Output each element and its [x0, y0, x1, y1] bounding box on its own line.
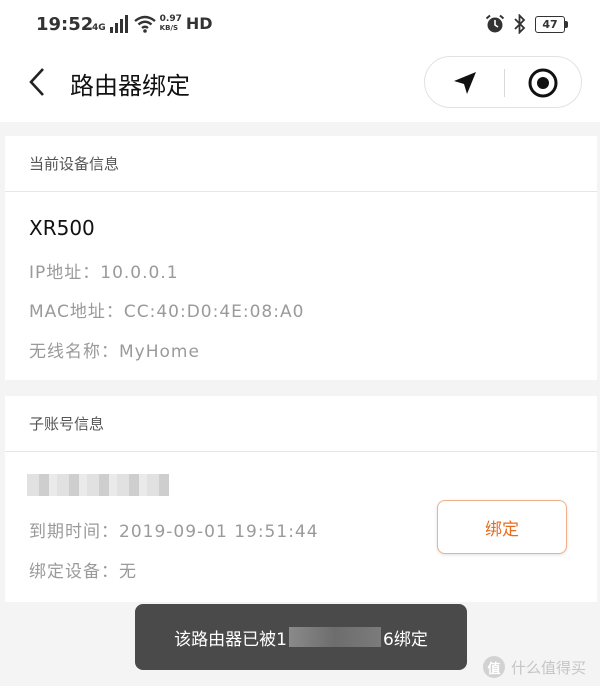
target-icon [528, 68, 558, 98]
mac-address: MAC地址：CC:40:D0:4E:08:A0 [29, 302, 305, 322]
bind-button[interactable]: 绑定 [437, 500, 567, 554]
hd-indicator: HD [185, 14, 213, 33]
status-time: 19:52 [36, 14, 94, 35]
status-bar: 19:52 4G 0.97 KB/S HD 47 [0, 0, 600, 52]
toast-prefix: 该路由器已被1 [174, 629, 287, 650]
wifi-icon [133, 15, 156, 33]
back-button[interactable] [22, 66, 54, 98]
ip-address: IP地址：10.0.0.1 [29, 263, 179, 283]
toast-message: 该路由器已被1 6绑定 [135, 604, 467, 670]
signal-icon [109, 15, 128, 33]
location-button[interactable] [447, 65, 483, 101]
device-model: XR500 [29, 216, 95, 240]
nav-bar: 路由器绑定 [0, 52, 600, 122]
chevron-left-icon [29, 68, 44, 96]
bluetooth-icon [514, 14, 526, 34]
close-mini-program-button[interactable] [525, 65, 561, 101]
toast-suffix: 6绑定 [383, 629, 428, 650]
expire-time: 到期时间：2019-09-01 19:51:44 [29, 522, 319, 542]
watermark-logo-icon: 值 [482, 656, 505, 678]
status-right-group: 47 [485, 14, 568, 34]
sub-account-card: 子账号信息 到期时间：2019-09-01 19:51:44 绑定设备：无 绑定 [5, 396, 597, 602]
page-title: 路由器绑定 [70, 72, 190, 100]
alarm-icon [485, 14, 505, 33]
capsule-divider [504, 69, 505, 97]
bound-device: 绑定设备：无 [29, 562, 137, 582]
watermark: 值 什么值得买 [482, 656, 586, 678]
network-type: 4G [92, 23, 106, 33]
current-device-header: 当前设备信息 [5, 136, 597, 192]
sub-account-header: 子账号信息 [5, 396, 597, 452]
status-network-group: 4G 0.97 KB/S HD [92, 14, 213, 33]
battery-icon: 47 [535, 15, 568, 33]
redacted-account-id [289, 627, 381, 647]
current-device-card: 当前设备信息 XR500 IP地址：10.0.0.1 MAC地址：CC:40:D… [5, 136, 597, 380]
net-speed: 0.97 KB/S [159, 14, 182, 33]
wireless-name: 无线名称：MyHome [29, 342, 200, 362]
navigation-arrow-icon [454, 72, 476, 94]
mini-program-capsule [424, 56, 582, 108]
watermark-text: 什么值得买 [510, 658, 586, 677]
redacted-account-name [27, 474, 169, 496]
